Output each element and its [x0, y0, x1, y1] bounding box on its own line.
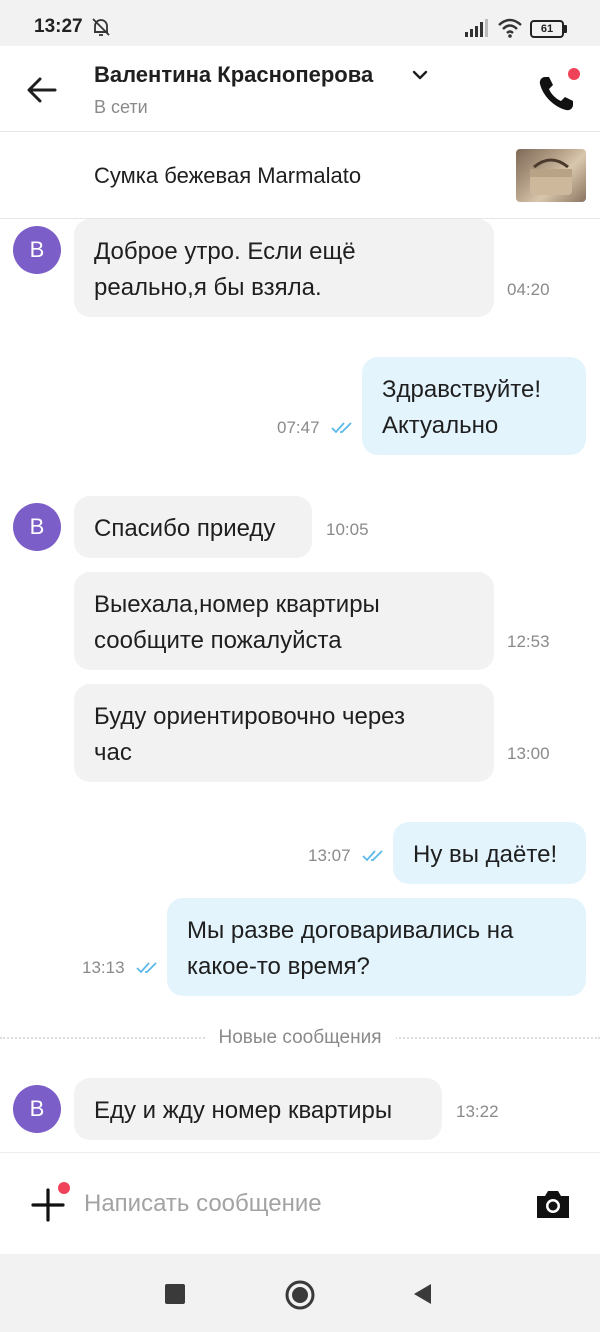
message-bubble-in[interactable]: Спасибо приеду: [74, 496, 312, 558]
contact-status: В сети: [94, 97, 148, 117]
mute-bell-icon: [92, 18, 110, 36]
nav-home-icon[interactable]: [284, 1279, 316, 1311]
status-time: 13:27: [34, 16, 83, 37]
divider-label: Новые сообщения: [204, 1027, 396, 1048]
message-bubble-out[interactable]: Мы разве договаривались на какое-то врем…: [167, 898, 586, 996]
notification-dot: [58, 1182, 70, 1194]
message-text: сообщите пожалуйста: [94, 627, 342, 654]
camera-button[interactable]: [534, 1187, 572, 1221]
message-text: Актуально: [382, 412, 499, 439]
attach-button[interactable]: [28, 1182, 70, 1225]
message-list[interactable]: В Доброе утро. Если ещё реально,я бы взя…: [0, 219, 600, 1152]
avatar[interactable]: В: [13, 503, 61, 551]
message-time: 04:20: [507, 280, 550, 299]
system-nav-bar: [0, 1254, 600, 1332]
chat-header: Валентина Красноперова В сети: [0, 46, 600, 132]
message-text: Ну вы даёте!: [413, 841, 558, 868]
back-button[interactable]: [22, 70, 62, 110]
chevron-down-icon[interactable]: [412, 69, 428, 81]
new-messages-divider: Новые сообщения: [0, 1027, 600, 1048]
message-bubble-in[interactable]: Буду ориентировочно через час: [74, 684, 494, 782]
message-time: 13:00: [507, 744, 550, 763]
message-time: 13:13: [82, 958, 125, 977]
message-input[interactable]: [84, 1183, 504, 1225]
message-text: какое-то время?: [187, 953, 370, 980]
signal-icon: [465, 19, 488, 37]
product-thumbnail[interactable]: [516, 149, 586, 202]
phone-icon: [539, 77, 573, 111]
double-check-icon: [362, 850, 383, 862]
nav-back-icon[interactable]: [411, 1282, 433, 1306]
message-text: час: [94, 739, 132, 766]
double-check-icon: [136, 962, 157, 974]
contact-name[interactable]: Валентина Красноперова: [94, 62, 373, 88]
call-button[interactable]: [534, 68, 584, 114]
message-time: 13:07: [308, 846, 351, 865]
message-bubble-in[interactable]: Доброе утро. Если ещё реально,я бы взяла…: [74, 219, 494, 317]
wifi-icon: [498, 18, 522, 38]
message-text: реально,я бы взяла.: [94, 274, 322, 301]
notification-dot: [568, 68, 580, 80]
message-time: 12:53: [507, 632, 550, 651]
message-time: 13:22: [456, 1102, 499, 1121]
message-time: 10:05: [326, 520, 369, 539]
product-banner[interactable]: Сумка бежевая Marmalato: [0, 132, 600, 219]
message-bubble-out[interactable]: Ну вы даёте!: [393, 822, 586, 884]
product-title[interactable]: Сумка бежевая Marmalato: [94, 163, 361, 189]
battery-indicator: 61: [530, 20, 568, 38]
message-text: Спасибо приеду: [94, 515, 276, 542]
camera-icon: [537, 1191, 569, 1218]
message-bubble-in[interactable]: Еду и жду номер квартиры: [74, 1078, 442, 1140]
message-text: Буду ориентировочно через: [94, 703, 405, 730]
avatar[interactable]: В: [13, 226, 61, 274]
message-text: Выехала,номер квартиры: [94, 591, 380, 618]
message-bubble-in[interactable]: Выехала,номер квартиры сообщите пожалуйс…: [74, 572, 494, 670]
message-text: Здравствуйте!: [382, 376, 542, 403]
double-check-icon: [331, 422, 352, 434]
message-time: 07:47: [277, 418, 320, 437]
message-composer: [0, 1152, 600, 1254]
avatar[interactable]: В: [13, 1085, 61, 1133]
message-bubble-out[interactable]: Здравствуйте! Актуально: [362, 357, 586, 455]
message-text: Мы разве договаривались на: [187, 917, 514, 944]
status-bar: 13:27 61: [0, 0, 600, 46]
message-text: Еду и жду номер квартиры: [94, 1097, 393, 1124]
back-arrow-icon: [27, 77, 57, 103]
message-text: Доброе утро. Если ещё: [94, 238, 356, 265]
battery-level: 61: [540, 23, 554, 35]
nav-recents-icon[interactable]: [165, 1284, 185, 1304]
